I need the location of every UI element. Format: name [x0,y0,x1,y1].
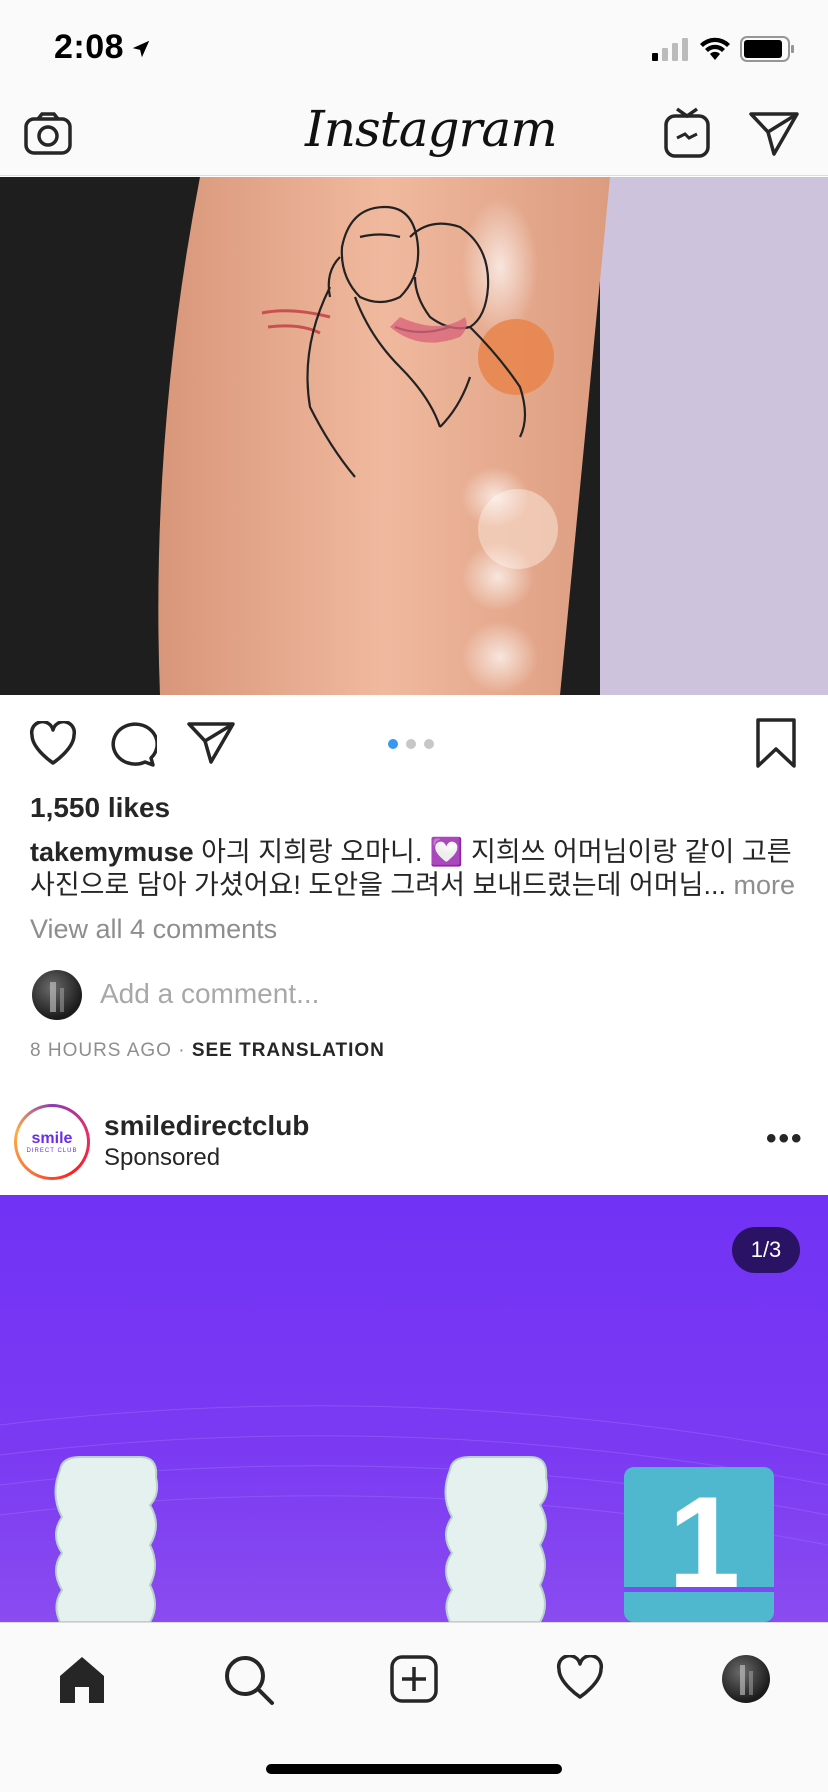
carousel-dot [406,739,416,749]
sponsored-label: Sponsored [104,1144,221,1171]
new-post-icon[interactable] [388,1653,440,1705]
sponsored-post-media[interactable]: 1 1/3 [0,1195,828,1622]
location-arrow-icon [132,40,150,58]
post-timestamp: 8 HOURS AGO [30,1040,172,1061]
step-number: 1 [668,1469,741,1615]
timestamp-separator: · [171,1040,192,1061]
carousel-dot-active [388,739,398,749]
post-photo[interactable] [0,177,828,695]
sponsored-post-header: smile DIRECT CLUB smiledirectclub Sponso… [0,1090,828,1195]
current-user-avatar [32,970,82,1020]
camera-icon[interactable] [20,106,76,162]
battery-icon [740,36,794,62]
status-time: 2:08 [54,28,125,66]
status-bar: 2:08 [0,0,828,96]
see-translation-link[interactable]: SEE TRANSLATION [192,1040,385,1061]
likes-count[interactable]: 1,550 likes [30,792,170,824]
search-icon[interactable] [222,1653,276,1707]
post-username[interactable]: smiledirectclub [104,1110,309,1142]
avatar-logo-subtext: DIRECT CLUB [26,1148,78,1154]
direct-message-icon[interactable] [746,108,802,160]
igtv-icon[interactable] [662,104,712,162]
wifi-icon [700,37,730,60]
share-paper-plane-icon[interactable] [184,719,238,767]
carousel-dot [424,739,434,749]
carousel-indicator [388,739,434,749]
top-navigation: Instagram [0,96,828,176]
tattoo-photo-illustration [0,177,828,695]
post-caption: takemymuse 아긔 지희랑 오마니. 💟 지희쓰 어머님이랑 같이 고른… [30,836,810,902]
caption-more-link[interactable]: more [726,870,796,900]
home-icon[interactable] [56,1653,108,1707]
post-timestamp-row: 8 HOURS AGO · SEE TRANSLATION [30,1040,385,1062]
bookmark-icon[interactable] [752,715,800,771]
avatar-logo-text: smile [31,1130,73,1147]
comment-bubble-icon[interactable] [106,719,158,769]
smiledirectclub-avatar[interactable]: smile DIRECT CLUB [14,1104,90,1180]
caption-username[interactable]: takemymuse [30,837,194,867]
more-options-icon[interactable]: ••• [766,1122,804,1156]
like-heart-icon[interactable] [26,719,80,769]
add-comment-input[interactable]: Add a comment... [100,978,319,1010]
carousel-counter-badge: 1/3 [732,1227,800,1273]
activity-heart-icon[interactable] [554,1653,606,1703]
post-actions [0,695,828,795]
home-indicator [266,1764,562,1774]
view-all-comments-link[interactable]: View all 4 comments [30,914,277,945]
instagram-logo[interactable]: Instagram [305,100,558,158]
profile-avatar[interactable] [722,1655,770,1703]
cellular-signal-icon [652,38,688,61]
